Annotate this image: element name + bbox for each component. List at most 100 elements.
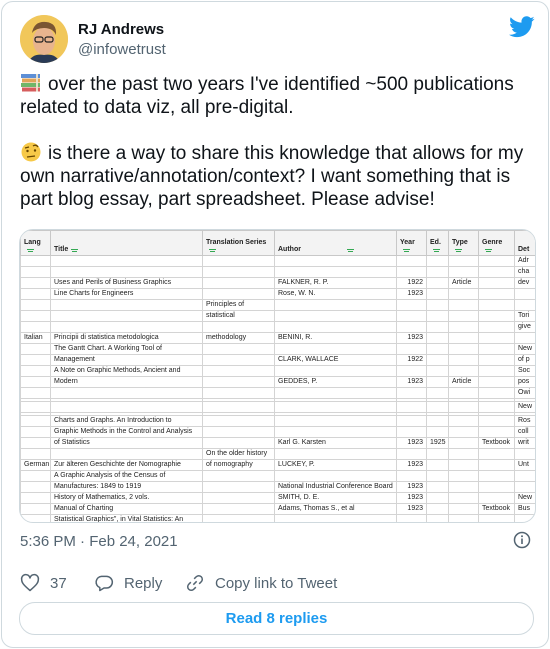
table-cell-type[interactable] — [448, 387, 479, 399]
header-ed[interactable]: Ed. — [426, 230, 449, 256]
table-cell-lang[interactable]: German — [20, 459, 51, 471]
table-cell-genre[interactable] — [478, 343, 515, 355]
table-cell-ed[interactable] — [426, 387, 449, 399]
table-cell-genre[interactable] — [478, 310, 515, 322]
table-cell-lang[interactable] — [20, 376, 51, 388]
table-cell-lang[interactable] — [20, 426, 51, 438]
table-cell-series[interactable] — [202, 470, 275, 482]
table-cell-author[interactable] — [274, 299, 397, 311]
table-cell-lang[interactable] — [20, 514, 51, 522]
table-cell-ed[interactable] — [426, 448, 449, 460]
table-cell-year[interactable] — [396, 255, 427, 267]
table-cell-author[interactable]: CLARK, WALLACE — [274, 354, 397, 366]
table-cell-genre[interactable] — [478, 459, 515, 471]
filter-icon[interactable] — [455, 248, 462, 252]
table-cell-title[interactable] — [50, 321, 203, 333]
tweet-timestamp[interactable]: 5:36 PM · Feb 24, 2021 — [20, 533, 178, 550]
header-lang[interactable]: Lang — [20, 230, 51, 256]
table-cell-type[interactable] — [448, 310, 479, 322]
table-cell-ed[interactable] — [426, 354, 449, 366]
table-cell-author[interactable] — [274, 343, 397, 355]
table-cell-year[interactable]: 1923 — [396, 288, 427, 300]
table-cell-lang[interactable] — [20, 492, 51, 504]
table-cell-title[interactable]: Zur älteren Geschichte der Nomographie — [50, 459, 203, 471]
table-cell-genre[interactable] — [478, 415, 515, 427]
table-cell-lang[interactable] — [20, 288, 51, 300]
table-cell-ed[interactable] — [426, 277, 449, 289]
table-cell-year[interactable] — [396, 310, 427, 322]
filter-icon[interactable] — [27, 248, 34, 252]
table-cell-ed[interactable] — [426, 415, 449, 427]
table-cell-ed[interactable] — [426, 470, 449, 482]
user-handle[interactable]: @infowetrust — [78, 41, 166, 58]
table-cell-genre[interactable] — [478, 426, 515, 438]
table-cell-author[interactable] — [274, 365, 397, 377]
table-cell-det[interactable]: New — [514, 401, 535, 413]
table-cell-author[interactable]: SMITH, D. E. — [274, 492, 397, 504]
like-button[interactable]: 37 — [20, 572, 67, 594]
table-cell-year[interactable]: 1923 — [396, 437, 427, 449]
table-cell-year[interactable]: 1922 — [396, 354, 427, 366]
table-cell-author[interactable]: Karl G. Karsten — [274, 437, 397, 449]
table-cell-series[interactable]: Principles of — [202, 299, 275, 311]
table-cell-series[interactable] — [202, 503, 275, 515]
table-cell-lang[interactable] — [20, 299, 51, 311]
table-cell-title[interactable]: Line Charts for Engineers — [50, 288, 203, 300]
table-cell-series[interactable] — [202, 426, 275, 438]
table-cell-title[interactable]: A Graphic Analysis of the Census of — [50, 470, 203, 482]
table-cell-author[interactable]: FALKNER, R. P. — [274, 277, 397, 289]
table-cell-det[interactable]: Unt — [514, 459, 535, 471]
table-cell-lang[interactable]: Italian — [20, 332, 51, 344]
table-cell-year[interactable]: 1923 — [396, 492, 427, 504]
table-cell-title[interactable]: Graphic Methods in the Control and Analy… — [50, 426, 203, 438]
table-cell-lang[interactable] — [20, 470, 51, 482]
table-cell-title[interactable]: Uses and Perils of Business Graphics — [50, 277, 203, 289]
table-cell-author[interactable] — [274, 514, 397, 522]
table-cell-lang[interactable] — [20, 503, 51, 515]
table-cell-year[interactable]: 1923 — [396, 481, 427, 493]
table-cell-series[interactable]: On the older history — [202, 448, 275, 460]
table-cell-type[interactable] — [448, 426, 479, 438]
table-cell-type[interactable] — [448, 415, 479, 427]
table-cell-det[interactable]: New — [514, 492, 535, 504]
table-cell-year[interactable]: 1923 — [396, 459, 427, 471]
table-cell-year[interactable] — [396, 266, 427, 278]
table-cell-year[interactable] — [396, 387, 427, 399]
table-cell-genre[interactable] — [478, 365, 515, 377]
table-cell-lang[interactable] — [20, 343, 51, 355]
table-cell-det[interactable]: writ — [514, 437, 535, 449]
table-cell-genre[interactable] — [478, 299, 515, 311]
table-cell-lang[interactable] — [20, 387, 51, 399]
table-cell-det[interactable]: Adr — [514, 255, 535, 267]
table-cell-series[interactable]: methodology — [202, 332, 275, 344]
header-series[interactable]: Translation Series — [202, 230, 275, 256]
table-cell-author[interactable]: Rose, W. N. — [274, 288, 397, 300]
table-cell-det[interactable]: cha — [514, 266, 535, 278]
table-cell-title[interactable] — [50, 387, 203, 399]
spreadsheet-image[interactable]: Lang Title Translation Series Author Yea… — [19, 229, 536, 523]
table-cell-type[interactable] — [448, 299, 479, 311]
header-det[interactable]: Det — [514, 230, 535, 256]
table-cell-series[interactable] — [202, 354, 275, 366]
table-cell-ed[interactable]: 1925 — [426, 437, 449, 449]
table-cell-series[interactable] — [202, 365, 275, 377]
table-cell-genre[interactable] — [478, 481, 515, 493]
table-cell-genre[interactable] — [478, 332, 515, 344]
table-cell-series[interactable]: of nomography — [202, 459, 275, 471]
table-cell-det[interactable]: dev — [514, 277, 535, 289]
table-cell-lang[interactable] — [20, 255, 51, 267]
table-cell-series[interactable] — [202, 343, 275, 355]
table-cell-lang[interactable] — [20, 321, 51, 333]
table-cell-type[interactable] — [448, 321, 479, 333]
table-cell-lang[interactable] — [20, 310, 51, 322]
table-cell-ed[interactable] — [426, 365, 449, 377]
table-cell-genre[interactable] — [478, 514, 515, 522]
header-year[interactable]: Year — [396, 230, 427, 256]
table-cell-title[interactable]: Statistical Graphics", in Vital Statisti… — [50, 514, 203, 522]
table-cell-series[interactable] — [202, 277, 275, 289]
table-cell-title[interactable] — [50, 266, 203, 278]
table-cell-series[interactable] — [202, 514, 275, 522]
table-cell-det[interactable] — [514, 299, 535, 311]
table-cell-title[interactable]: Manufactures: 1849 to 1919 — [50, 481, 203, 493]
table-cell-title[interactable]: Modern — [50, 376, 203, 388]
